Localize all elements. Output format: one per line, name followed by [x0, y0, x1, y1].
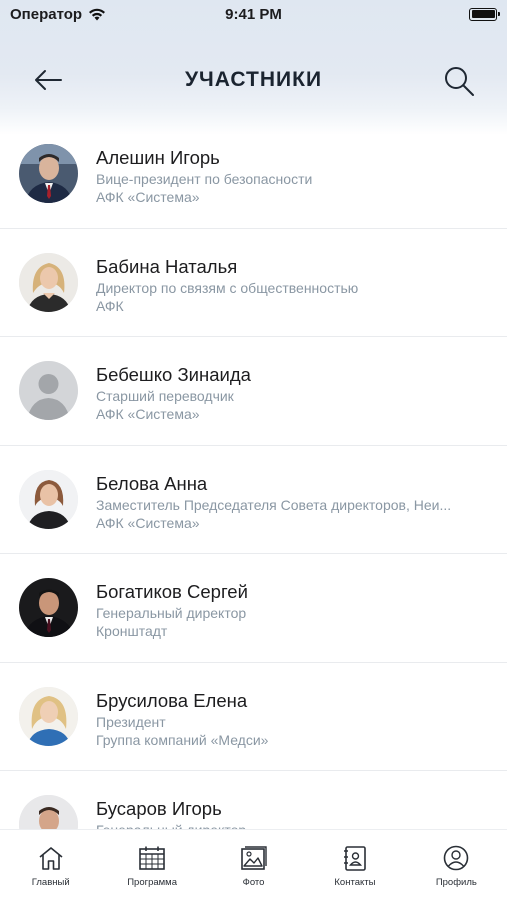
participant-company: АФК [96, 297, 124, 314]
status-bar: Оператор 9:41 PM [0, 0, 507, 28]
tab-label: Программа [127, 877, 177, 888]
tab-bar: Главный Программа Фото Контакты Профиль [0, 830, 507, 900]
participant-name: Богатиков Сергей [96, 581, 248, 602]
participant-row[interactable]: Алешин Игорь Вице-президент по безопасно… [0, 120, 507, 229]
participant-company: Кронштадт [96, 623, 168, 639]
participant-row[interactable]: Бебешко Зинаида Старший переводчик АФК «… [0, 337, 507, 446]
avatar [19, 795, 78, 830]
participant-info: Бусаров Игорь Генеральный директор [96, 798, 493, 830]
calendar-icon [137, 844, 167, 872]
tab-label: Профиль [435, 877, 477, 888]
page-title: УЧАСТНИКИ [184, 68, 323, 91]
participant-row[interactable]: Богатиков Сергей Генеральный директор Кр… [0, 554, 507, 663]
home-icon [36, 844, 66, 872]
participant-name: Бусаров Игорь [96, 798, 222, 819]
status-left: Оператор [10, 6, 106, 23]
participant-position: Директор по связям с общественностью [96, 279, 359, 296]
participant-company: Группа компаний «Медси» [96, 731, 269, 748]
tab-label: Фото [242, 877, 265, 888]
participant-row[interactable]: Бусаров Игорь Генеральный директор [0, 771, 507, 830]
carrier-name: Оператор [10, 5, 83, 23]
participant-position: Генеральный директор [96, 605, 247, 621]
participant-info: Брусилова Елена Президент Группа компани… [96, 690, 493, 749]
avatar [19, 686, 78, 746]
participant-name: Алешин Игорь [96, 147, 220, 168]
avatar [19, 578, 78, 638]
participants-list[interactable]: Алешин Игорь Вице-президент по безопасно… [0, 120, 507, 830]
search-icon [445, 67, 474, 96]
participant-row[interactable]: Брусилова Елена Президент Группа компани… [0, 663, 507, 771]
avatar [19, 252, 78, 312]
tab-home[interactable]: Главный [0, 830, 101, 900]
participant-position: Президент [96, 713, 166, 730]
participant-name: Бебешко Зинаида [96, 364, 251, 385]
battery-icon [469, 7, 500, 21]
navigation-bar: УЧАСТНИКИ [0, 55, 507, 105]
arrow-left-icon [35, 70, 62, 90]
participant-info: Бебешко Зинаида Старший переводчик АФК «… [96, 364, 493, 423]
tab-contacts[interactable]: Контакты [304, 830, 405, 900]
participant-info: Алешин Игорь Вице-президент по безопасно… [96, 147, 493, 206]
participant-company: АФК «Система» [96, 514, 200, 531]
participant-company: АФК «Система» [96, 406, 200, 422]
contacts-icon [340, 844, 370, 872]
back-button[interactable] [30, 65, 66, 95]
participant-position: Генеральный директор [96, 822, 247, 830]
search-button[interactable] [439, 61, 479, 101]
avatar [19, 144, 78, 204]
participant-position: Вице-президент по безопасности [96, 171, 313, 187]
participant-row[interactable]: Белова Анна Заместитель Председателя Сов… [0, 446, 507, 554]
avatar-placeholder [19, 361, 78, 421]
participant-company: АФК «Система» [96, 189, 200, 205]
participant-row[interactable]: Бабина Наталья Директор по связям с обще… [0, 229, 507, 337]
participant-info: Богатиков Сергей Генеральный директор Кр… [96, 581, 493, 640]
participant-position: Заместитель Председателя Совета директор… [96, 496, 452, 513]
photo-icon [239, 844, 269, 872]
participant-position: Старший переводчик [96, 388, 234, 404]
participant-name: Брусилова Елена [96, 689, 248, 711]
tab-label: Контакты [334, 877, 376, 888]
participant-info: Белова Анна Заместитель Председателя Сов… [96, 473, 493, 532]
wifi-icon [89, 8, 106, 20]
profile-icon [441, 844, 471, 872]
participant-info: Бабина Наталья Директор по связям с обще… [96, 256, 493, 315]
avatar [19, 469, 78, 529]
participant-name: Бабина Наталья [96, 255, 238, 277]
tab-profile[interactable]: Профиль [406, 830, 507, 900]
participant-name: Белова Анна [96, 472, 208, 494]
tab-program[interactable]: Программа [101, 830, 202, 900]
tab-label: Главный [31, 877, 70, 888]
tab-photo[interactable]: Фото [203, 830, 304, 900]
